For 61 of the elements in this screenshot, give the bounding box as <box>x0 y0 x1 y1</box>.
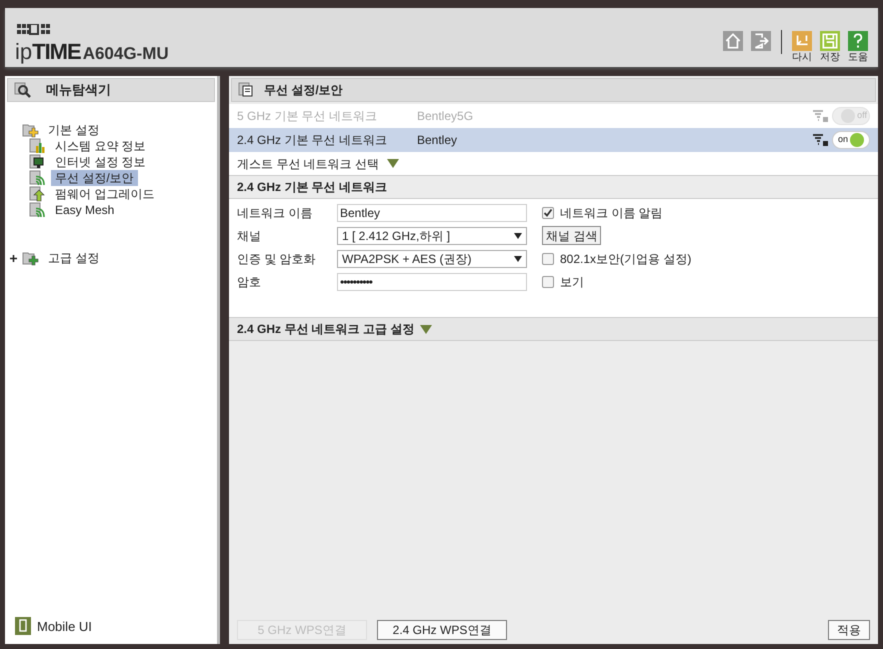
wps-button[interactable]: 2.4 GHz WPS연결 <box>377 620 507 640</box>
tree-item[interactable]: 고급 설정 <box>44 250 104 266</box>
tree-item[interactable]: 인터넷 설정 정보 <box>51 154 150 170</box>
dropdown-triangle-icon[interactable] <box>387 159 400 168</box>
checkbox[interactable] <box>542 206 554 218</box>
network-name: 5 GHz 기본 무선 네트워크 <box>237 108 378 125</box>
caret-icon <box>514 232 522 238</box>
channel-search-button[interactable]: 채널 검색 <box>542 226 602 245</box>
ssid-text: Bentley <box>417 132 458 149</box>
wifi-lock-icon <box>812 134 828 146</box>
save-icon[interactable] <box>820 31 840 51</box>
select-field[interactable]: WPA2PSK + AES (권장) <box>337 250 527 268</box>
wifi-icon <box>29 170 47 186</box>
upload-arrow-icon <box>29 186 47 202</box>
field-label: 네트워크 이름 <box>237 204 314 222</box>
sidebar-title: 메뉴탐색기 <box>46 81 111 100</box>
brand-logo: ipTIME <box>15 41 81 63</box>
logout-icon[interactable] <box>751 31 771 51</box>
checkbox[interactable] <box>542 276 554 288</box>
home-icon[interactable] <box>723 31 743 51</box>
select-field[interactable]: 1 [ 2.412 GHz,하위 ] <box>337 226 527 244</box>
mobile-ui-link[interactable]: Mobile UI <box>37 616 92 636</box>
help-icon[interactable] <box>848 31 868 51</box>
bar-chart-icon <box>29 138 47 154</box>
input-field[interactable]: Bentley <box>337 204 527 222</box>
page-icon <box>238 82 254 98</box>
checkbox[interactable] <box>542 252 554 264</box>
field-label: 암호 <box>237 274 262 290</box>
input-field[interactable]: •••••••••• <box>337 272 527 290</box>
field-label: 인증 및 암호화 <box>237 250 317 268</box>
model-name: A604G-MU <box>82 45 169 63</box>
checkbox-label: 보기 <box>560 274 584 290</box>
tree-item[interactable]: 시스템 요약 정보 <box>51 138 150 154</box>
action-label: 다시 <box>792 52 812 63</box>
undo-icon[interactable] <box>792 31 812 51</box>
expand-plus-icon[interactable] <box>9 254 18 262</box>
apply-button[interactable]: 적용 <box>828 620 870 640</box>
wifi-icon <box>29 202 47 218</box>
network-row[interactable]: 2.4 GHz 기본 무선 네트워크 Bentley on <box>229 128 878 152</box>
caret-icon <box>514 256 522 262</box>
checkbox-label: 802.1x보안(기업용 설정) <box>560 250 692 268</box>
tree-item[interactable]: 기본 설정 <box>44 122 104 138</box>
field-label: 채널 <box>237 228 262 244</box>
tree-item[interactable]: 무선 설정/보안 <box>51 170 138 186</box>
tree-item[interactable]: 펌웨어 업그레이드 <box>51 186 158 202</box>
toggle-switch[interactable]: on <box>832 131 870 149</box>
section-header: 2.4 GHz 무선 네트워크 고급 설정 <box>237 321 414 338</box>
action-label: 도움 <box>848 52 868 63</box>
action-label: 저장 <box>820 52 840 63</box>
checkbox-label: 네트워크 이름 알림 <box>560 204 663 222</box>
folder-plus-icon <box>22 250 40 266</box>
wifi-lock-icon <box>812 110 828 122</box>
guest-network-link[interactable]: 게스트 무선 네트워크 선택 <box>237 154 380 172</box>
panel-title: 무선 설정/보안 <box>264 82 343 99</box>
dropdown-triangle-icon[interactable] <box>420 324 432 334</box>
ssid-text: Bentley5G <box>417 108 474 125</box>
phone-icon <box>15 617 31 636</box>
folder-plus-icon <box>22 122 40 138</box>
network-name: 2.4 GHz 기본 무선 네트워크 <box>237 132 388 149</box>
tree-item[interactable]: Easy Mesh <box>51 202 118 218</box>
search-icon <box>14 82 32 98</box>
